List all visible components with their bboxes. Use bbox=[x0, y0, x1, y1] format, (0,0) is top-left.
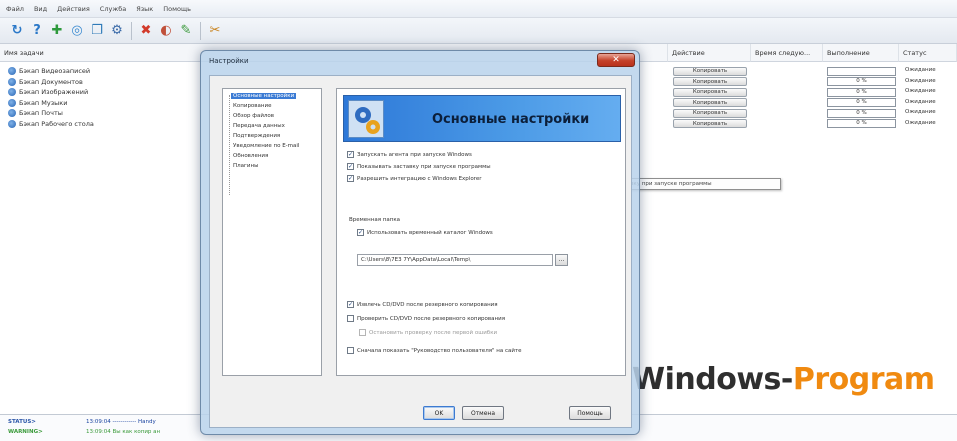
checkbox-box[interactable]: ✓ bbox=[357, 229, 364, 236]
progress-box: 0 % bbox=[827, 119, 896, 128]
progress-box: 0 % bbox=[827, 108, 896, 118]
checkbox-label: Показывать заставку при запуске программ… bbox=[357, 163, 491, 170]
help-button[interactable]: Помощь bbox=[569, 406, 611, 420]
nav-item-copying[interactable]: Копирование bbox=[233, 103, 271, 109]
toolbar-separator bbox=[200, 21, 201, 40]
checkbox-start-agent[interactable]: ✓ Запускать агента при запуске Windows bbox=[347, 151, 472, 158]
status-text: Ожидание bbox=[905, 77, 936, 84]
action-button[interactable]: Копировать bbox=[673, 108, 747, 118]
checkbox-box[interactable]: ✓ bbox=[347, 163, 354, 170]
menu-view[interactable]: Вид bbox=[34, 5, 47, 13]
status-text: Ожидание bbox=[905, 88, 936, 94]
progress-box: 0 % bbox=[827, 98, 896, 107]
copy-icon[interactable]: ❐ bbox=[88, 22, 106, 40]
checkbox-explorer-integration[interactable]: ✓ Разрешить интеграцию с Windows Explore… bbox=[347, 175, 481, 182]
close-button[interactable]: ✕ bbox=[597, 53, 635, 67]
action-button[interactable]: Копировать bbox=[673, 66, 747, 76]
delete-icon[interactable]: ✖ bbox=[137, 22, 155, 40]
column-header-next-time[interactable]: Время следую... bbox=[751, 44, 823, 62]
status-text: Ожидание bbox=[905, 98, 936, 105]
settings-banner: Основные настройки bbox=[343, 95, 621, 142]
progress-box: 0 % bbox=[827, 77, 896, 86]
checkbox-eject-disc[interactable]: ✓ Извлечь CD/DVD после резервного копиро… bbox=[347, 301, 498, 308]
refresh-icon[interactable]: ↻ bbox=[8, 22, 26, 40]
nav-item-email[interactable]: Уведомление по E-mail bbox=[233, 143, 299, 149]
checkbox-box[interactable]: ✓ bbox=[347, 175, 354, 182]
log-key: WARNING> bbox=[8, 429, 43, 435]
log-text: 13:09:04 Вы как копир ан bbox=[86, 429, 161, 435]
checkbox-box[interactable]: ✓ bbox=[347, 151, 354, 158]
checkbox-label: Извлечь CD/DVD после резервного копирова… bbox=[357, 301, 498, 308]
dialog-title: Настройки bbox=[209, 57, 249, 65]
nav-item-data-transfer[interactable]: Передача данных bbox=[233, 123, 285, 129]
checkbox-label: Использовать временный каталог Windows bbox=[367, 229, 493, 236]
column-header-status[interactable]: Статус bbox=[899, 44, 957, 62]
toolbar: ↻? ✚ ◎ ❐ ⚙ ✖ ◐ ✎ ✂ bbox=[0, 18, 957, 44]
edit-icon[interactable]: ✎ bbox=[177, 22, 195, 40]
nav-item-plugins[interactable]: Плагины bbox=[233, 163, 258, 169]
ok-button[interactable]: OK bbox=[423, 406, 455, 420]
progress-box bbox=[827, 66, 896, 76]
watermark-part1: Windows- bbox=[632, 362, 793, 397]
nav-item-confirmations[interactable]: Подтверждения bbox=[233, 133, 280, 139]
settings-icon[interactable]: ⚙ bbox=[108, 22, 126, 40]
toolbar-separator bbox=[131, 21, 132, 40]
progress-box: 0 % bbox=[827, 87, 896, 97]
checkbox-verify-disc[interactable]: Проверить CD/DVD после резервного копиро… bbox=[347, 315, 505, 322]
checkbox-label: Разрешить интеграцию с Windows Explorer bbox=[357, 175, 482, 182]
help-icon[interactable]: ? bbox=[28, 22, 46, 40]
menu-service[interactable]: Служба bbox=[100, 5, 126, 13]
checkbox-box[interactable] bbox=[347, 315, 354, 322]
status-text: Ожидание bbox=[905, 109, 936, 115]
circle-icon[interactable]: ◎ bbox=[68, 22, 86, 40]
nav-item-file-browse[interactable]: Обзор файлов bbox=[233, 113, 274, 119]
temp-folder-group-label: Временная папка bbox=[349, 217, 401, 223]
status-text: Ожидание bbox=[905, 67, 936, 73]
tools-icon[interactable]: ✂ bbox=[206, 22, 224, 40]
add-icon[interactable]: ✚ bbox=[48, 22, 66, 40]
schedule-icon[interactable]: ◐ bbox=[157, 22, 175, 40]
tree-line bbox=[229, 95, 230, 195]
action-button[interactable]: Копировать bbox=[673, 119, 747, 128]
checkbox-stop-on-error[interactable]: Остановить проверку после первой ошибки bbox=[359, 329, 497, 336]
action-button[interactable]: Копировать bbox=[673, 77, 747, 86]
nav-item-updates[interactable]: Обновления bbox=[233, 153, 268, 159]
action-button[interactable]: Копировать bbox=[673, 98, 747, 107]
cancel-button[interactable]: Отмена bbox=[462, 406, 504, 420]
checkbox-label: Сначала показать "Руководство пользовате… bbox=[357, 347, 522, 354]
checkbox-box[interactable] bbox=[359, 329, 366, 336]
dialog-body: Основные настройки Копирование Обзор фай… bbox=[209, 75, 632, 428]
checkbox-box[interactable]: ✓ bbox=[347, 301, 354, 308]
status-text: Ожидание bbox=[905, 119, 936, 126]
log-line: WARNING> 13:09:04 Вы как копир ан bbox=[8, 429, 160, 435]
checkbox-show-splash[interactable]: ✓ Показывать заставку при запуске програ… bbox=[347, 163, 491, 170]
menu-actions[interactable]: Действия bbox=[57, 5, 90, 13]
menu-language[interactable]: Язык bbox=[136, 5, 153, 13]
menu-file[interactable]: Файл bbox=[6, 5, 24, 13]
checkbox-label: Запускать агента при запуске Windows bbox=[357, 151, 472, 158]
menu-bar: Файл Вид Действия Служба Язык Помощь bbox=[0, 0, 957, 18]
watermark-part2: Program bbox=[792, 362, 935, 397]
log-line: STATUS> 13:09:04 ------------ Handy bbox=[8, 419, 156, 425]
watermark: Windows-Program bbox=[632, 362, 935, 397]
checkbox-show-manual[interactable]: Сначала показать "Руководство пользовате… bbox=[347, 347, 522, 354]
settings-nav-tree: Основные настройки Копирование Обзор фай… bbox=[222, 88, 322, 376]
checkbox-box[interactable] bbox=[347, 347, 354, 354]
checkbox-label: Остановить проверку после первой ошибки bbox=[369, 329, 498, 336]
log-key: STATUS> bbox=[8, 419, 36, 425]
settings-dialog: Настройки ✕ Основные настройки Копирован… bbox=[200, 50, 640, 435]
browse-button[interactable]: ... bbox=[555, 254, 568, 266]
settings-gear-icon bbox=[348, 100, 384, 138]
temp-path-field[interactable]: C:\Users\8\7E3 7Y\AppData\Local\Temp\ bbox=[357, 254, 553, 266]
menu-help[interactable]: Помощь bbox=[163, 5, 191, 13]
checkbox-use-windows-temp[interactable]: ✓ Использовать временный каталог Windows bbox=[357, 229, 493, 236]
column-header-action[interactable]: Действие bbox=[668, 44, 751, 62]
column-header-progress[interactable]: Выполнение bbox=[823, 44, 899, 62]
settings-content: Основные настройки ✓ Запускать агента пр… bbox=[336, 88, 626, 376]
log-text: 13:09:04 ------------ Handy bbox=[86, 419, 156, 425]
nav-item-general[interactable]: Основные настройки bbox=[231, 93, 297, 99]
checkbox-label: Проверить CD/DVD после резервного копиро… bbox=[357, 315, 506, 322]
settings-banner-title: Основные настройки bbox=[432, 112, 590, 127]
action-button[interactable]: Копировать bbox=[673, 87, 747, 97]
